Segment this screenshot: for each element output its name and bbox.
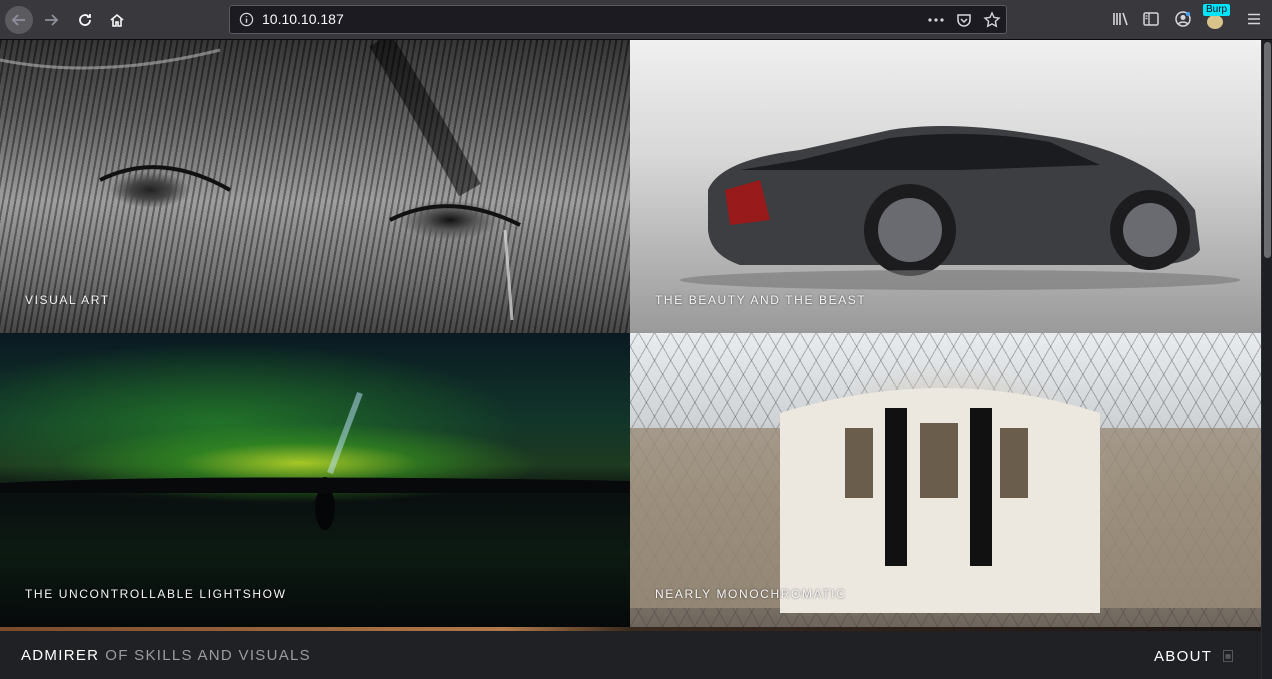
back-button[interactable]	[5, 6, 33, 34]
tile-image	[680, 126, 1240, 290]
tile-caption: Nearly Monochromatic	[655, 587, 847, 601]
home-icon	[110, 13, 124, 27]
reload-button[interactable]	[71, 6, 99, 34]
gallery-tile-beauty-and-beast[interactable]: The Beauty and the Beast	[630, 40, 1261, 333]
gallery-tile-nearly-monochromatic[interactable]: Nearly Monochromatic	[630, 333, 1261, 627]
info-icon[interactable]	[239, 12, 254, 27]
tile-caption: Visual Art	[25, 293, 110, 307]
forward-arrow-icon	[45, 14, 59, 26]
scrollbar-thumb[interactable]	[1264, 42, 1271, 258]
back-arrow-icon	[11, 14, 25, 26]
burp-badge[interactable]: Burp	[1203, 4, 1231, 16]
pocket-icon[interactable]	[955, 11, 973, 29]
star-icon[interactable]	[983, 11, 1001, 29]
account-icon[interactable]	[1174, 10, 1192, 28]
sidebar-icon[interactable]	[1142, 10, 1160, 28]
browser-toolbar: 10.10.10.187 Burp	[0, 0, 1272, 40]
gallery-tile-visual-art[interactable]: Visual Art	[0, 40, 630, 333]
brand-sub: OF SKILLS AND VISUALS	[105, 647, 311, 664]
site-brand[interactable]: ADMIRER OF SKILLS AND VISUALS	[21, 647, 311, 664]
about-indicator-icon: ▦	[1223, 650, 1233, 662]
tile-image	[0, 391, 630, 530]
tile-caption: The Uncontrollable Lightshow	[25, 587, 287, 601]
forward-button[interactable]	[37, 6, 65, 34]
tile-image	[630, 388, 1261, 613]
more-dots-icon[interactable]	[927, 11, 945, 29]
site-footer-nav: ADMIRER OF SKILLS AND VISUALS ABOUT ▦	[0, 631, 1261, 679]
library-icon[interactable]	[1111, 10, 1129, 28]
vertical-scrollbar[interactable]	[1261, 40, 1272, 679]
brand-main: ADMIRER	[21, 647, 100, 664]
home-button[interactable]	[103, 6, 131, 34]
burp-extension-icon[interactable]	[1207, 15, 1223, 29]
url-bar[interactable]: 10.10.10.187	[229, 5, 1007, 34]
reload-icon	[79, 14, 91, 26]
tile-image	[0, 40, 521, 321]
hamburger-menu-icon[interactable]	[1245, 10, 1263, 28]
page-content: Visual Art The Beauty and the Beast The …	[0, 40, 1261, 679]
tile-caption: The Beauty and the Beast	[655, 293, 867, 307]
about-link[interactable]: ABOUT	[1154, 648, 1212, 665]
url-text[interactable]: 10.10.10.187	[262, 11, 344, 27]
gallery-tile-lightshow[interactable]: The Uncontrollable Lightshow	[0, 333, 630, 627]
